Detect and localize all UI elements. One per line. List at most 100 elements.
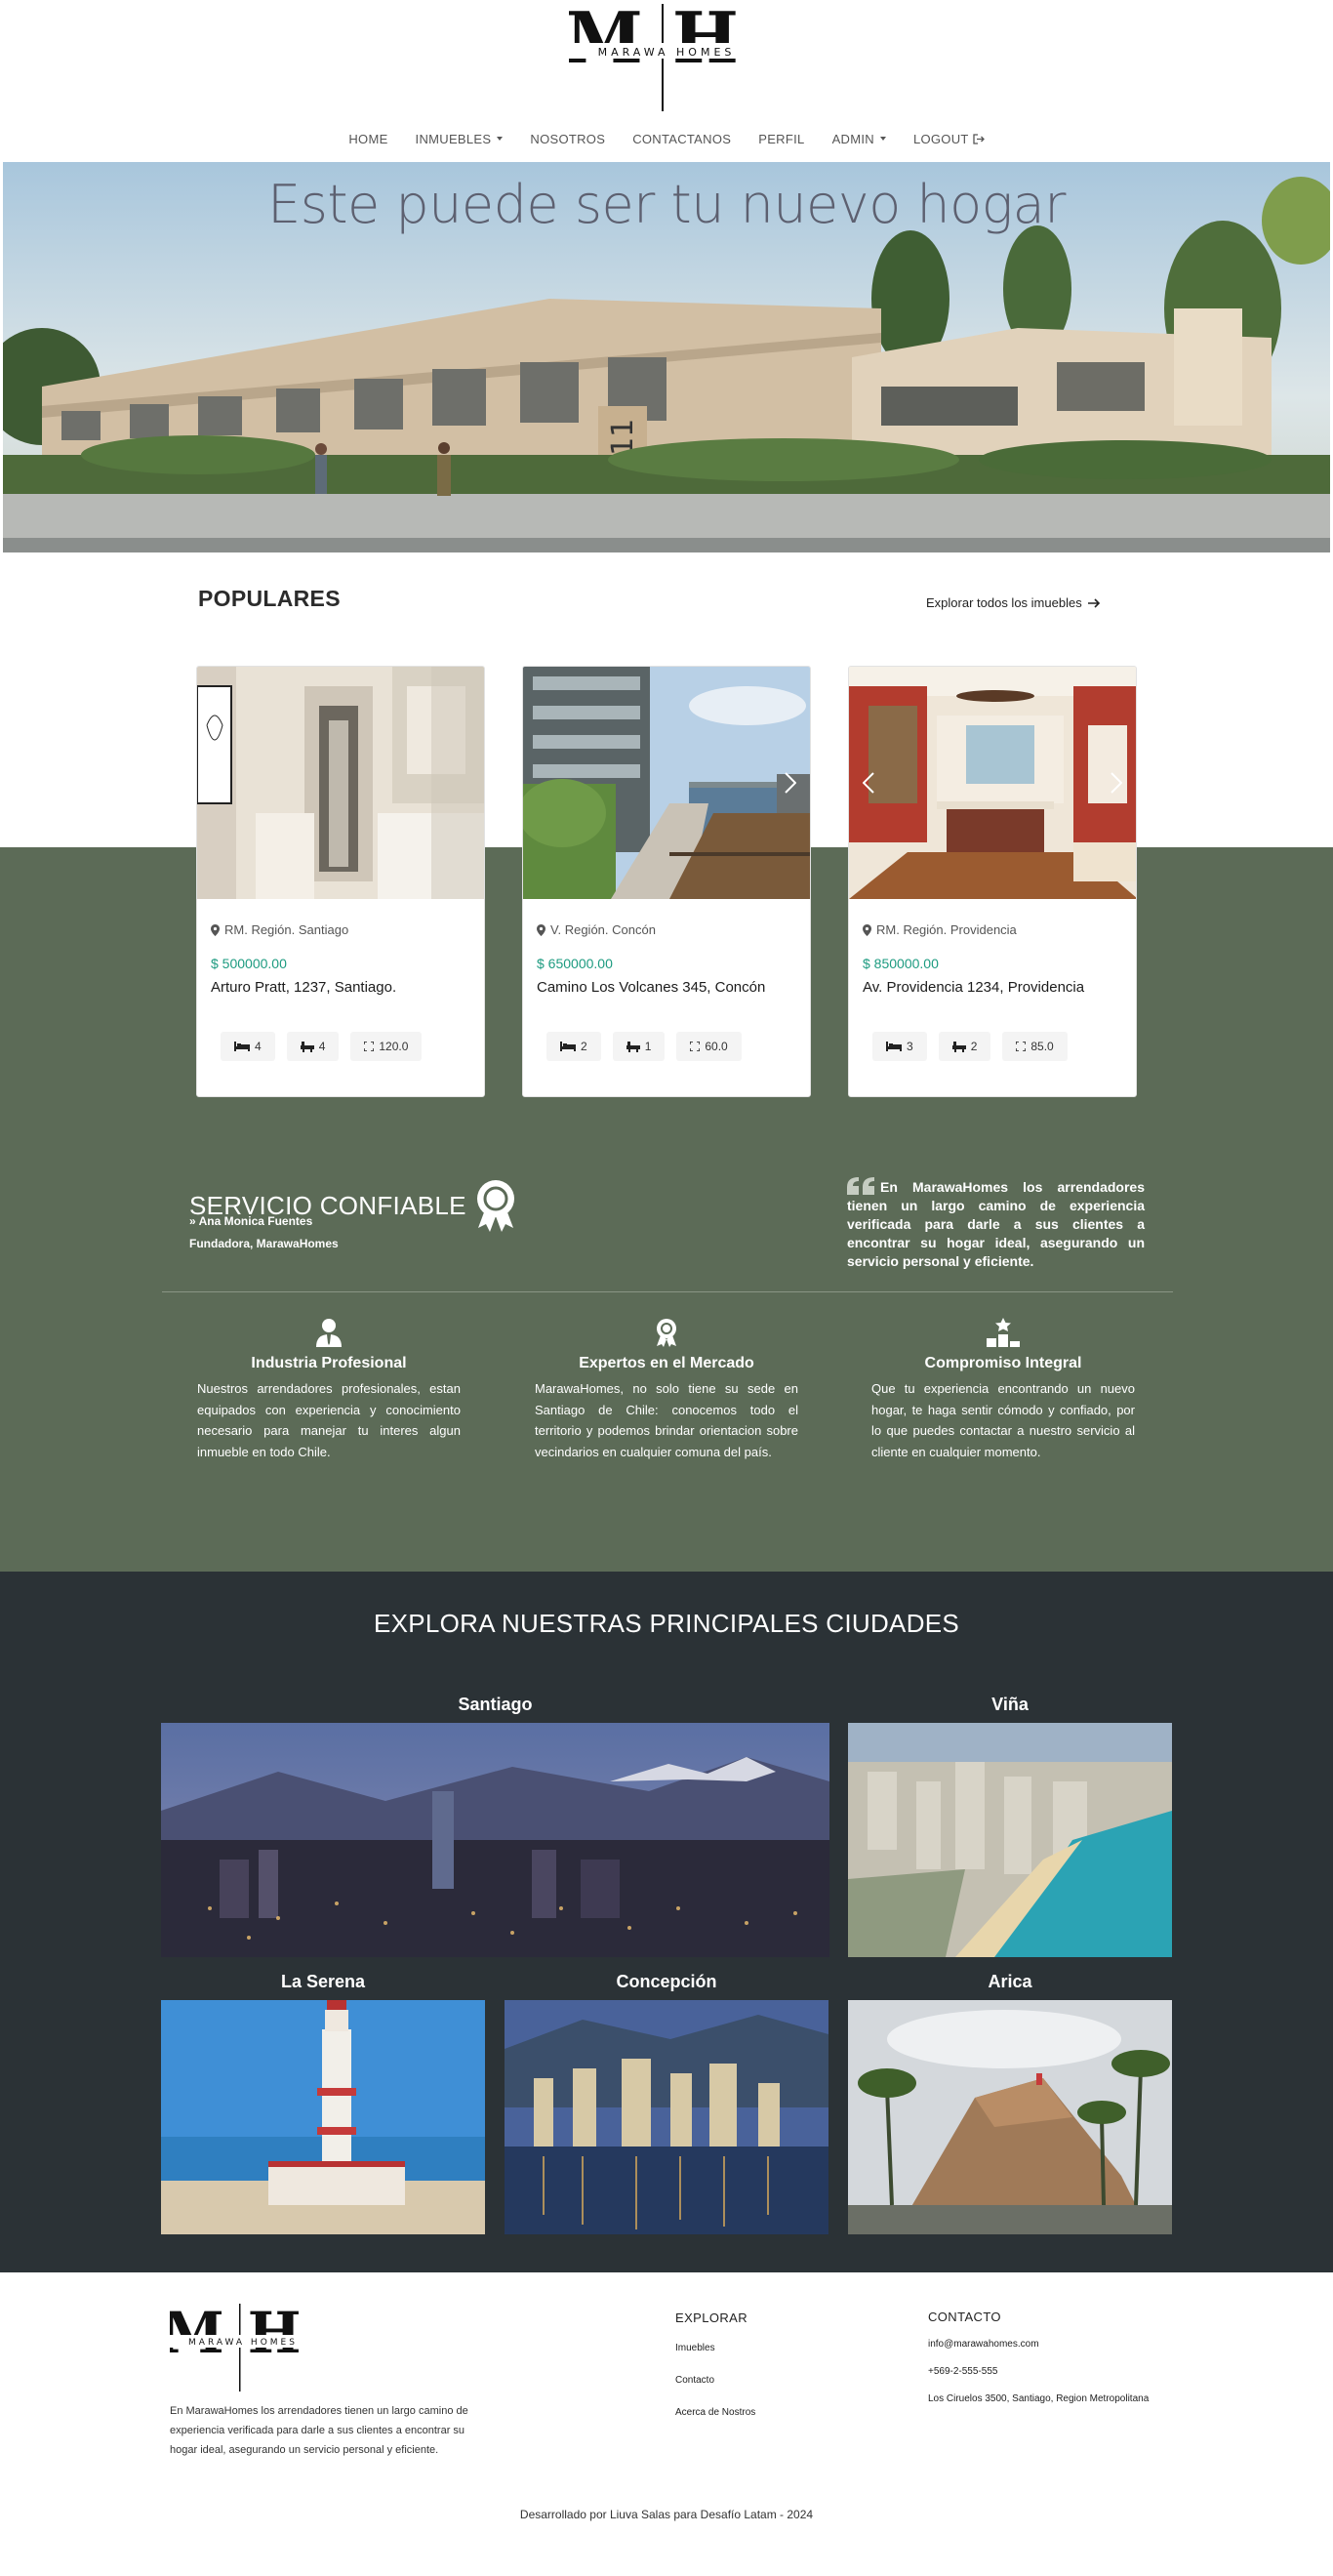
footer-phone: +569-2-555-555	[928, 2366, 998, 2377]
feature-title: Expertos en el Mercado	[579, 1355, 754, 1371]
svg-text:MH: MH	[569, 4, 764, 79]
area-chip: 85.0	[1002, 1032, 1068, 1061]
footer-credits: Desarrollado por Liuva Salas para Desafí…	[519, 2508, 814, 2521]
explore-all-label: Explorar todos los imuebles	[926, 595, 1082, 610]
city-label-concepcion: Concepción	[616, 1972, 717, 1991]
area-chip: 120.0	[350, 1032, 423, 1061]
city-image-santiago[interactable]	[161, 1723, 829, 1957]
quote-icon	[847, 1177, 874, 1195]
chevron-down-icon	[497, 137, 504, 141]
chevron-down-icon	[879, 137, 886, 141]
baths-chip: 2	[938, 1032, 991, 1061]
baths-chip: 4	[286, 1032, 340, 1061]
expand-icon	[364, 1042, 375, 1051]
location-pin-icon	[211, 923, 220, 936]
footer-contact-title: CONTACTO	[928, 2310, 1001, 2324]
beds-chip: 2	[546, 1032, 601, 1061]
baths-count: 2	[970, 1040, 978, 1053]
nav-admin[interactable]: ADMIN	[832, 125, 886, 152]
property-location: RM. Región. Providencia	[863, 922, 1017, 937]
feature-text: Que tu experiencia encontrando un nuevo …	[871, 1381, 1135, 1459]
main-nav: HOME INMUEBLES NOSOTROS CONTACTANOS PERF…	[0, 125, 1333, 152]
footer-logo[interactable]: MH MARAWA HOMES	[170, 2304, 316, 2392]
chevron-right-icon[interactable]	[1111, 772, 1122, 794]
city-image-concepcion[interactable]	[505, 2000, 828, 2234]
footer-link-acerca[interactable]: Acerca de Nostros	[675, 2407, 755, 2418]
quote-text: En MarawaHomes los arrendadores tienen u…	[847, 1179, 1145, 1269]
nav-logout-label: LOGOUT	[912, 131, 969, 146]
award-badge-icon	[476, 1180, 514, 1232]
svg-text:MARAWA HOMES: MARAWA HOMES	[188, 2338, 298, 2348]
author-role: Fundadora, MarawaHomes	[189, 1237, 339, 1250]
location-label: V. Región. Concón	[550, 922, 656, 937]
footer-email[interactable]: info@marawahomes.com	[928, 2339, 1039, 2350]
section-divider	[162, 1291, 1173, 1292]
bed-icon	[886, 1042, 902, 1051]
property-card[interactable]: RM. Región. Providencia $ 850000.00 Av. …	[848, 666, 1137, 1097]
city-image-la-serena[interactable]	[161, 2000, 485, 2234]
property-location: RM. Región. Santiago	[211, 922, 348, 937]
area-value: 85.0	[1030, 1040, 1054, 1053]
property-price: $ 650000.00	[537, 956, 613, 971]
location-label: RM. Región. Santiago	[224, 922, 349, 937]
location-pin-icon	[863, 923, 871, 936]
property-features: 4 4 120.0	[221, 1032, 423, 1061]
city-image-arica[interactable]	[848, 2000, 1172, 2234]
property-card[interactable]: V. Región. Concón $ 650000.00 Camino Los…	[522, 666, 811, 1097]
beds-chip: 4	[221, 1032, 275, 1061]
nav-nosotros[interactable]: NOSOTROS	[530, 125, 605, 152]
property-address: Av. Providencia 1234, Providencia	[863, 979, 1085, 996]
testimonial-author: » Ana Monica Fuentes	[189, 1214, 312, 1228]
property-address: Camino Los Volcanes 345, Concón	[537, 979, 766, 996]
beds-chip: 3	[872, 1032, 927, 1061]
bed-icon	[234, 1042, 250, 1051]
explore-all-link[interactable]: Explorar todos los imuebles	[926, 595, 1101, 610]
hero-banner: 511 Este puede ser tu nuevo hogar	[3, 162, 1330, 552]
testimonial-quote: En MarawaHomes los arrendadores tienen u…	[847, 1177, 1145, 1271]
area-value: 60.0	[705, 1040, 728, 1053]
hero-title: Este puede ser tu nuevo hogar	[267, 174, 1066, 235]
property-price: $ 850000.00	[863, 956, 939, 971]
footer-address: Los Ciruelos 3500, Santiago, Region Metr…	[928, 2393, 1150, 2404]
site-header: MH MARAWA HOMES HOME INMUEBLES NOSOTROS …	[0, 0, 1333, 162]
section-title-populares: POPULARES	[198, 586, 341, 611]
nav-home[interactable]: HOME	[348, 125, 387, 152]
footer-explore-title: EXPLORAR	[675, 2310, 748, 2325]
city-label-la-serena: La Serena	[280, 1972, 366, 1991]
property-location: V. Región. Concón	[537, 922, 656, 937]
feature-text: Nuestros arrendadores profesionales, est…	[197, 1381, 461, 1459]
feature-title: Compromiso Integral	[924, 1355, 1082, 1371]
footer-link-inmuebles[interactable]: Imuebles	[675, 2343, 715, 2353]
footer-about: En MarawaHomes los arrendadores tienen u…	[170, 2405, 468, 2456]
city-label-arica: Arica	[988, 1972, 1032, 1991]
property-card[interactable]: RM. Región. Santiago $ 500000.00 Arturo …	[196, 666, 485, 1097]
chevron-right-icon[interactable]	[785, 772, 796, 794]
beds-count: 4	[255, 1040, 262, 1053]
award-icon	[657, 1319, 676, 1347]
location-label: RM. Región. Providencia	[876, 922, 1017, 937]
arrow-right-icon	[1087, 597, 1100, 608]
city-image-vina[interactable]	[848, 1723, 1172, 1957]
expand-icon	[690, 1042, 701, 1051]
logout-icon	[973, 133, 985, 144]
svg-text:MARAWA HOMES: MARAWA HOMES	[598, 46, 736, 59]
cities-title: EXPLORA NUESTRAS PRINCIPALES CIUDADES	[373, 1609, 960, 1638]
chevron-left-icon[interactable]	[863, 772, 874, 794]
property-address: Arturo Pratt, 1237, Santiago.	[211, 979, 397, 996]
nav-contactanos[interactable]: CONTACTANOS	[632, 125, 731, 152]
property-features: 3 2 85.0	[872, 1032, 1068, 1061]
city-label-santiago: Santiago	[458, 1695, 533, 1714]
nav-logout[interactable]: LOGOUT	[913, 125, 985, 152]
feature-text: MarawaHomes, no solo tiene su sede en Sa…	[535, 1381, 798, 1459]
beds-count: 3	[907, 1040, 913, 1053]
user-tie-icon	[316, 1319, 342, 1347]
location-pin-icon	[537, 923, 545, 936]
brand-logo[interactable]: MH MARAWA HOMES	[569, 4, 764, 111]
feature-title: Industria Profesional	[251, 1355, 407, 1371]
footer-link-contacto[interactable]: Contacto	[675, 2375, 714, 2386]
baths-count: 1	[644, 1040, 652, 1053]
double-chevron-right-icon: »	[189, 1214, 196, 1228]
area-chip: 60.0	[676, 1032, 742, 1061]
nav-perfil[interactable]: PERFIL	[758, 125, 804, 152]
nav-inmuebles[interactable]: INMUEBLES	[416, 125, 504, 152]
